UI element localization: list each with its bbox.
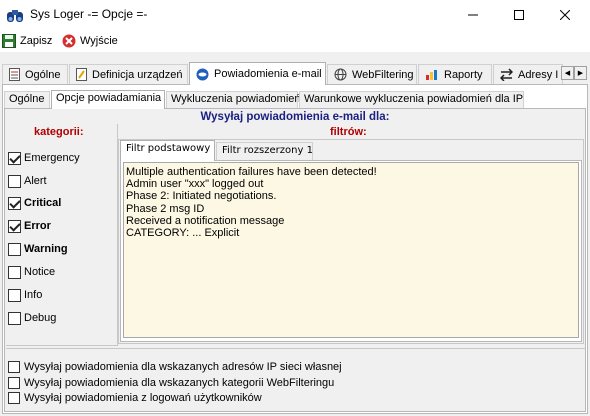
chevron-right-icon: ▶ — [577, 70, 584, 77]
tab-device-definition[interactable]: Definicja urządzeń — [69, 64, 188, 84]
category-label: Debug — [24, 312, 57, 324]
category-label: Warning — [24, 243, 68, 255]
category-label: Emergency — [24, 152, 80, 164]
tab-device-definition-label: Definicja urządzeń — [92, 68, 183, 81]
globe-icon — [334, 68, 347, 81]
subtab-conditional-ip-exclusions[interactable]: Warunkowe wykluczenia powiadomień dla IP — [299, 91, 524, 108]
report-icon — [426, 70, 437, 80]
save-icon — [2, 34, 16, 48]
tab-scroll-left-button[interactable]: ◀ — [561, 66, 574, 80]
tab-general-label: Ogólne — [25, 68, 61, 81]
subtab-notification-exclusions[interactable]: Wykluczenia powiadomień — [166, 91, 301, 108]
close-button[interactable] — [542, 0, 588, 30]
tab-reports[interactable]: Raporty — [418, 64, 492, 84]
checkbox[interactable] — [8, 288, 21, 302]
tab-scroll-right-button[interactable]: ▶ — [574, 66, 587, 80]
subtab-notification-options[interactable]: Opcje powiadamiania — [51, 90, 165, 109]
category-label: Notice — [24, 266, 56, 278]
option-own-network-ips[interactable]: Wysyłaj powiadomienia dla wskazanych adr… — [8, 360, 342, 374]
tab-general[interactable]: Ogólne — [2, 64, 68, 84]
category-label: Error — [24, 220, 51, 232]
checkbox[interactable] — [8, 392, 20, 404]
subtab-general[interactable]: Ogólne — [4, 91, 50, 108]
tab-webfiltering[interactable]: WebFiltering — [327, 64, 417, 84]
binoculars-icon — [7, 10, 23, 22]
option-label: Wysyłaj powiadomienia dla wskazanych kat… — [24, 377, 335, 389]
checkbox[interactable] — [8, 196, 21, 210]
minimize-icon — [468, 14, 478, 16]
category-error[interactable]: Error — [8, 218, 51, 234]
category-alert[interactable]: Alert — [8, 173, 47, 189]
tab-extended-filter-1[interactable]: Filtr rozszerzony 1 — [216, 142, 313, 160]
filters-title: filtrów: — [330, 126, 367, 138]
category-label: Info — [24, 289, 43, 301]
exit-icon — [62, 34, 76, 48]
categories-title: kategorii: — [34, 126, 84, 138]
category-info[interactable]: Info — [8, 287, 42, 303]
page-heading: Wysyłaj powiadomienia e-mail dla: — [200, 111, 390, 123]
email-icon — [196, 68, 209, 80]
maximize-button[interactable] — [496, 0, 542, 30]
option-user-logins[interactable]: Wysyłaj powiadomienia z logowań użytkown… — [8, 391, 262, 405]
main-tab-bar: Ogólne Definicja urządzeń Powiadomienia … — [0, 62, 590, 85]
category-warning[interactable]: Warning — [8, 241, 68, 257]
save-button[interactable]: Zapisz — [2, 32, 52, 50]
exit-button[interactable]: Wyjście — [62, 32, 118, 50]
tab-email-notifications[interactable]: Powiadomienia e-mail — [189, 62, 326, 85]
option-label: Wysyłaj powiadomienia dla wskazanych adr… — [24, 361, 342, 373]
minimize-button[interactable] — [450, 0, 496, 30]
window-title: Sys Loger -= Opcje =- — [30, 7, 148, 21]
checkbox[interactable] — [8, 219, 21, 233]
checkbox[interactable] — [8, 311, 21, 325]
tab-reports-label: Raporty — [444, 68, 483, 81]
category-emergency[interactable]: Emergency — [8, 150, 80, 166]
tab-email-notifications-label: Powiadomienia e-mail — [214, 68, 322, 80]
toolbar: Zapisz Wyjście — [0, 30, 590, 52]
category-critical[interactable]: Critical — [8, 195, 61, 211]
category-debug[interactable]: Debug — [8, 310, 56, 326]
category-label: Alert — [24, 175, 47, 187]
options-group: Wysyłaj powiadomienia dla wskazanych adr… — [6, 348, 586, 410]
maximize-icon — [514, 10, 524, 20]
title-bar: Sys Loger -= Opcje =- — [0, 0, 590, 30]
category-notice[interactable]: Notice — [8, 264, 55, 280]
tab-addresses[interactable]: Adresy I — [493, 64, 563, 84]
tab-basic-filter[interactable]: Filtr podstawowy — [120, 140, 215, 161]
close-icon — [560, 10, 570, 20]
checkbox[interactable] — [8, 377, 20, 389]
document-icon — [9, 68, 20, 81]
tab-scroll-arrows: ◀ ▶ — [561, 66, 587, 80]
category-label: Critical — [24, 197, 62, 209]
option-webfiltering-categories[interactable]: Wysyłaj powiadomienia dla wskazanych kat… — [8, 376, 334, 390]
checkbox[interactable] — [8, 361, 20, 373]
chevron-left-icon: ◀ — [564, 70, 571, 77]
checkbox[interactable] — [8, 151, 21, 165]
arrows-icon — [500, 68, 513, 81]
tab-addresses-label: Adresy I — [518, 68, 559, 81]
checkbox[interactable] — [8, 265, 21, 279]
checkbox[interactable] — [8, 174, 21, 188]
checkbox[interactable] — [8, 242, 21, 256]
edit-document-icon — [76, 68, 87, 81]
tab-webfiltering-label: WebFiltering — [352, 68, 414, 81]
exit-label: Wyjście — [80, 35, 118, 47]
option-label: Wysyłaj powiadomienia z logowań użytkown… — [24, 392, 262, 404]
save-label: Zapisz — [20, 35, 53, 47]
filter-text-area[interactable]: Multiple authentication failures have be… — [123, 162, 579, 338]
